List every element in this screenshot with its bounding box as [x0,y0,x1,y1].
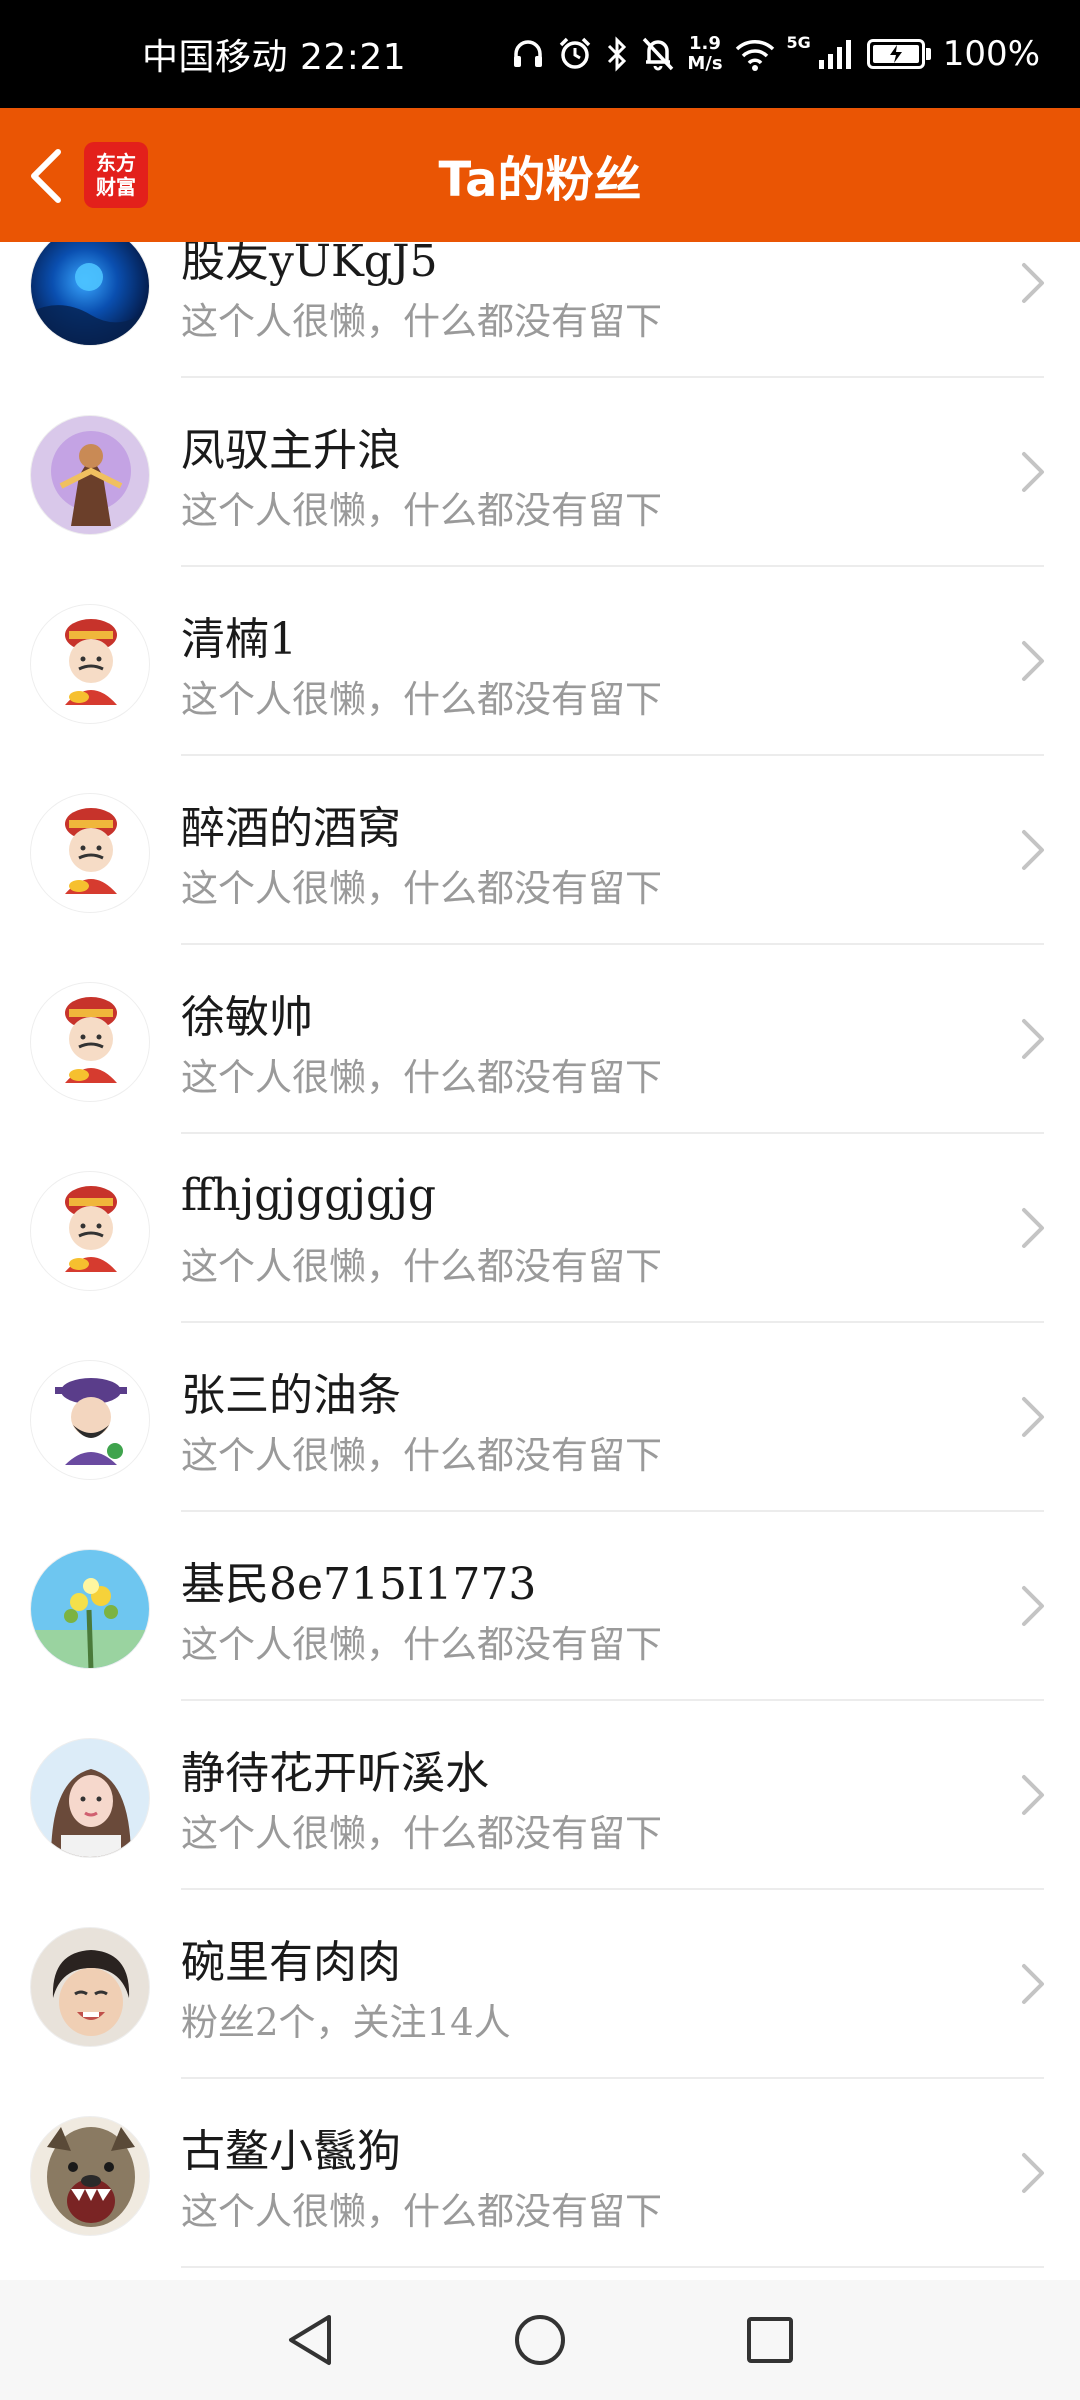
triangle-back-icon [289,2315,331,2365]
fan-list-item[interactable]: 古鳌小鬣狗这个人很懒，什么都没有留下 [0,2079,1080,2268]
fan-list: 股友yUKgJ5 这个人很懒，什么都没有留下 凤驭主升浪 这个人很懒，什么都没有留下清… [0,242,1080,2280]
fan-description: 这个人很懒，什么都没有留下 [181,1623,662,1666]
fan-list-item[interactable]: 基民8e715I1773 这个人很懒，什么都没有留下 [0,1512,1080,1701]
signal-icon [817,38,855,70]
avatar[interactable] [30,982,150,1102]
fan-list-item[interactable]: ffhjgjggjgjg 这个人很懒，什么都没有留下 [0,1134,1080,1323]
battery-level: 100% [942,34,1040,74]
fan-description: 这个人很懒，什么都没有留下 [181,678,662,721]
network-speed: 1.9 M/s [687,34,722,74]
fan-name: ffhjgjggjgjg [181,1170,436,1221]
avatar[interactable] [30,1927,150,2047]
fan-list-item[interactable]: 静待花开听溪水这个人很懒，什么都没有留下 [0,1701,1080,1890]
chevron-right-icon [1018,1954,1048,2014]
avatar[interactable] [30,1171,150,1291]
fan-list-item[interactable]: 清楠1 这个人很懒，什么都没有留下 [0,567,1080,756]
avatar[interactable] [30,1738,150,1858]
divider [181,2266,1044,2268]
battery-icon [866,39,931,69]
bluetooth-icon [605,36,629,72]
avatar[interactable] [30,604,150,724]
chevron-right-icon [1018,1009,1048,1069]
fan-name: 静待花开听溪水 [181,1748,489,1799]
fan-list-item[interactable]: 徐敏帅这个人很懒，什么都没有留下 [0,945,1080,1134]
brand-logo[interactable]: 东方 财富 [84,142,148,208]
app-bar: 东方 财富 Ta的粉丝 [0,108,1080,242]
avatar[interactable] [30,415,150,535]
fan-description: 这个人很懒，什么都没有留下 [181,300,662,343]
brand-line-1: 东方 [96,151,136,175]
wifi-icon [735,37,775,71]
alarm-icon [557,36,593,72]
speed-value: 1.9 [688,33,721,54]
avatar[interactable] [30,793,150,913]
fan-description: 这个人很懒，什么都没有留下 [181,1245,662,1288]
fan-description: 这个人很懒，什么都没有留下 [181,489,662,532]
chevron-right-icon [1018,1387,1048,1447]
fan-list-item[interactable]: 凤驭主升浪这个人很懒，什么都没有留下 [0,378,1080,567]
chevron-right-icon [1018,1765,1048,1825]
fan-name: 徐敏帅 [181,992,313,1043]
fan-name: 清楠1 [181,614,297,665]
fan-description: 这个人很懒，什么都没有留下 [181,867,662,910]
status-bar: 中国移动 22:21 1.9 M/s 5G 100% [0,0,1080,108]
fan-name: 基民8e715I1773 [181,1559,537,1610]
fan-description: 这个人很懒，什么都没有留下 [181,1056,662,1099]
fan-list-item[interactable]: 张三的油条这个人很懒，什么都没有留下 [0,1323,1080,1512]
fan-description: 粉丝2个，关注14人 [181,2001,511,2044]
page-title: Ta的粉丝 [438,152,642,208]
avatar[interactable] [30,242,150,346]
chevron-right-icon [1018,253,1048,313]
nav-home-button[interactable] [510,2310,570,2370]
circle-home-icon [515,2315,565,2365]
fan-name: 醉酒的酒窝 [181,803,401,854]
fan-name: 张三的油条 [181,1370,401,1421]
carrier-time: 中国移动 22:21 [142,37,407,78]
chevron-right-icon [1018,2143,1048,2203]
square-recents-icon [747,2317,793,2363]
nav-back-button[interactable] [280,2310,340,2370]
fan-list-item[interactable]: 股友yUKgJ5 这个人很懒，什么都没有留下 [0,242,1080,378]
chevron-right-icon [1018,442,1048,502]
fan-list-item[interactable]: 醉酒的酒窝这个人很懒，什么都没有留下 [0,756,1080,945]
avatar[interactable] [30,1549,150,1669]
avatar[interactable] [30,2116,150,2236]
network-type: 5G [786,32,811,52]
nav-recents-button[interactable] [740,2310,800,2370]
fan-name: 古鳌小鬣狗 [181,2126,401,2177]
fan-name: 股友yUKgJ5 [181,242,438,287]
chevron-right-icon [1018,1576,1048,1636]
back-button[interactable] [16,136,76,216]
fan-description: 这个人很懒，什么都没有留下 [181,2190,662,2233]
fan-description: 这个人很懒，什么都没有留下 [181,1812,662,1855]
mute-bell-icon [641,36,675,72]
status-icons: 1.9 M/s 5G 100% [511,0,1040,108]
fan-name: 凤驭主升浪 [181,425,401,476]
fan-description: 这个人很懒，什么都没有留下 [181,1434,662,1477]
fan-name: 碗里有肉肉 [181,1937,401,1988]
avatar[interactable] [30,1360,150,1480]
brand-line-2: 财富 [96,175,136,199]
speed-unit: M/s [687,53,723,74]
system-nav-bar [0,2280,1080,2400]
chevron-left-icon [31,149,61,203]
chevron-right-icon [1018,820,1048,880]
headphones-icon [511,37,545,71]
chevron-right-icon [1018,1198,1048,1258]
chevron-right-icon [1018,631,1048,691]
fan-list-item[interactable]: 碗里有肉肉粉丝2个，关注14人 [0,1890,1080,2079]
